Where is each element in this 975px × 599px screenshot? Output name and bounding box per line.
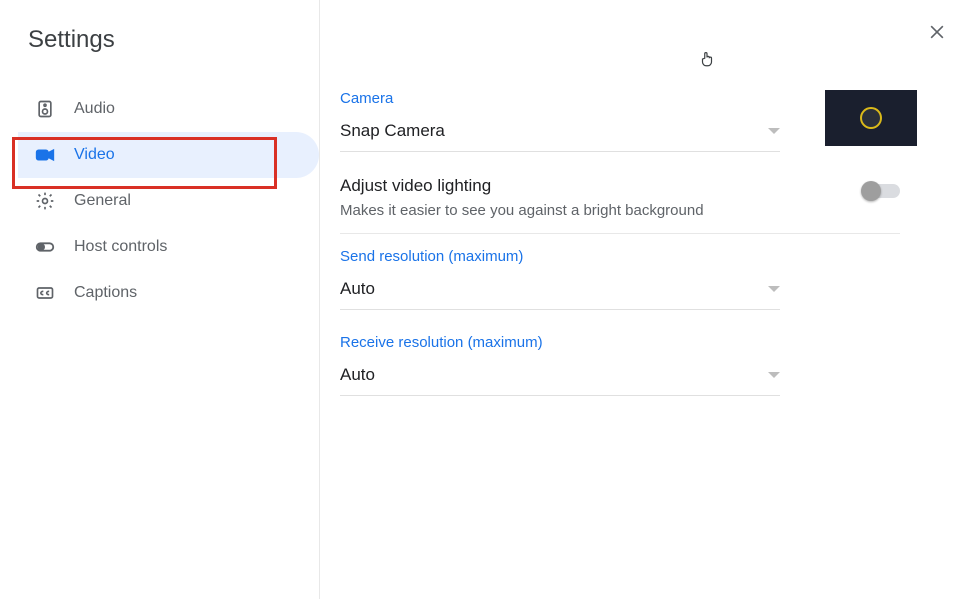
- cc-icon: [34, 282, 56, 304]
- videocam-icon: [34, 144, 56, 166]
- avatar: [860, 107, 882, 129]
- speaker-icon: [34, 98, 56, 120]
- camera-dropdown[interactable]: Snap Camera: [340, 117, 780, 152]
- receive-resolution-value: Auto: [340, 365, 375, 385]
- camera-dropdown-value: Snap Camera: [340, 121, 445, 141]
- toggle-icon: [34, 236, 56, 258]
- camera-preview-thumbnail: [825, 90, 917, 146]
- chevron-down-icon: [768, 372, 780, 378]
- toggle-knob: [861, 181, 881, 201]
- sidebar-item-label: Captions: [74, 284, 137, 302]
- sidebar-item-label: General: [74, 192, 131, 210]
- sidebar-item-label: Host controls: [74, 238, 167, 256]
- close-button[interactable]: [927, 22, 947, 42]
- chevron-down-icon: [768, 128, 780, 134]
- chevron-down-icon: [768, 286, 780, 292]
- lighting-toggle[interactable]: [864, 184, 900, 198]
- sidebar-item-label: Audio: [74, 100, 115, 118]
- sidebar-item-captions[interactable]: Captions: [18, 270, 319, 316]
- settings-sidebar: Settings Audio: [0, 0, 320, 599]
- gear-icon: [34, 190, 56, 212]
- lighting-description: Makes it easier to see you against a bri…: [340, 202, 770, 219]
- receive-resolution-label: Receive resolution (maximum): [340, 334, 945, 351]
- cursor-pointer-icon: [698, 50, 716, 68]
- lighting-title: Adjust video lighting: [340, 176, 864, 196]
- settings-main-panel: Camera Snap Camera Adjust video lighting…: [320, 0, 975, 599]
- settings-title: Settings: [0, 26, 319, 54]
- send-resolution-dropdown[interactable]: Auto: [340, 275, 780, 310]
- sidebar-item-label: Video: [74, 146, 115, 164]
- sidebar-item-video[interactable]: Video: [18, 132, 319, 178]
- send-resolution-label: Send resolution (maximum): [340, 248, 945, 265]
- sidebar-item-host-controls[interactable]: Host controls: [18, 224, 319, 270]
- sidebar-item-audio[interactable]: Audio: [18, 86, 319, 132]
- receive-resolution-dropdown[interactable]: Auto: [340, 361, 780, 396]
- sidebar-item-general[interactable]: General: [18, 178, 319, 224]
- send-resolution-value: Auto: [340, 279, 375, 299]
